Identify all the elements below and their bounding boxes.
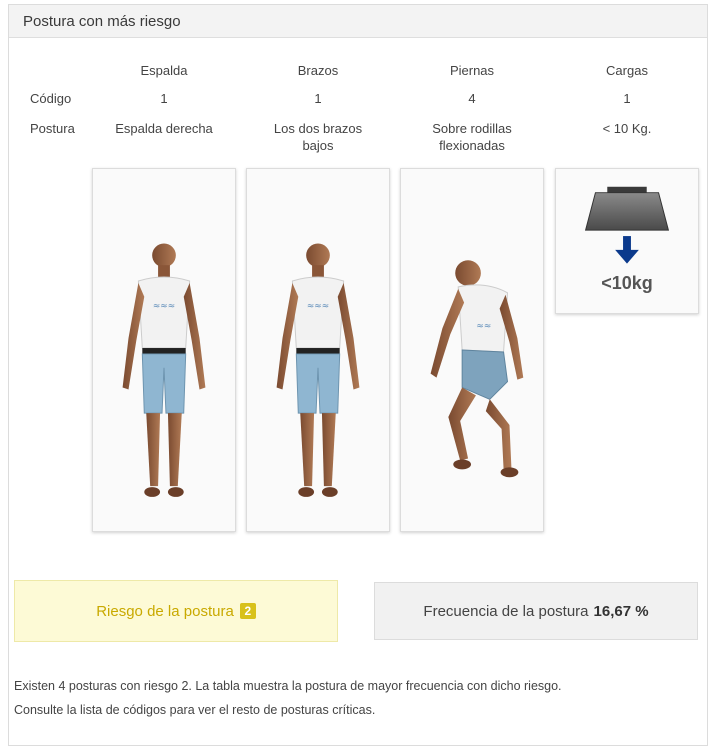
column-header-espalda: Espalda	[140, 63, 188, 78]
frequency-value: 16,67 %	[593, 602, 649, 620]
posture-espalda-line: Espalda derecha	[115, 121, 213, 136]
legs-posture-image: ≈≈	[400, 168, 544, 532]
back-posture-image: ≈≈≈	[92, 168, 236, 532]
frequency-label: Frecuencia de la postura	[423, 602, 589, 620]
risk-box: Riesgo de la postura 2	[14, 580, 338, 642]
risk-level-badge: 2	[239, 603, 256, 619]
footer-note: Existen 4 posturas con riesgo 2. La tabl…	[14, 674, 704, 722]
row-label-codigo: Código	[30, 91, 72, 106]
posture-piernas-line-2: flexionadas	[439, 138, 505, 153]
risk-label: Riesgo de la postura	[96, 602, 234, 620]
column-header-brazos: Brazos	[297, 63, 339, 78]
load-image: <10kg	[555, 168, 699, 314]
standing-person-icon: ≈≈≈	[122, 243, 206, 497]
column-header-cargas: Cargas	[606, 63, 648, 78]
posture-brazos-line-1: Los dos brazos	[273, 121, 363, 136]
svg-text:≈≈: ≈≈	[476, 321, 491, 331]
footer-note-line-2: Consulte la lista de códigos para ver el…	[14, 703, 376, 717]
arms-posture-image: ≈≈≈	[246, 168, 390, 532]
posture-brazos: Los dos brazos bajos	[248, 120, 388, 154]
frequency-box: Frecuencia de la postura 16,67 %	[374, 582, 698, 640]
panel-title: Postura con más riesgo	[9, 5, 707, 38]
standing-person-icon: ≈≈≈	[276, 243, 360, 497]
posture-piernas-line-1: Sobre rodillas	[432, 121, 512, 136]
code-brazos: 1	[314, 91, 322, 106]
posture-brazos-line-2: bajos	[302, 138, 334, 153]
svg-text:≈≈≈: ≈≈≈	[153, 302, 175, 312]
knees-bent-person-icon: ≈≈	[430, 260, 524, 478]
column-header-piernas: Piernas	[449, 63, 495, 78]
svg-text:≈≈≈: ≈≈≈	[307, 302, 329, 312]
posture-cargas: < 10 Kg.	[556, 120, 698, 137]
code-espalda: 1	[160, 91, 168, 106]
code-cargas: 1	[623, 91, 631, 106]
posture-espalda: Espalda derecha	[94, 120, 234, 137]
footer-note-line-1: Existen 4 posturas con riesgo 2. La tabl…	[14, 679, 562, 693]
posture-piernas: Sobre rodillas flexionadas	[402, 120, 542, 154]
load-label: <10kg	[601, 273, 653, 293]
posture-cargas-line: < 10 Kg.	[602, 121, 652, 136]
row-label-postura: Postura	[30, 121, 75, 136]
code-piernas: 4	[468, 91, 476, 106]
